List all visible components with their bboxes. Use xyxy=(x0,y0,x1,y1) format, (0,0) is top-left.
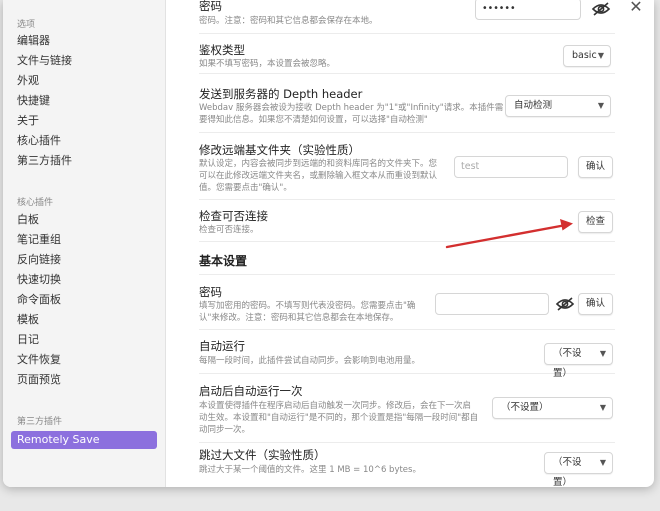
auth-type-select[interactable]: basic ▼ xyxy=(563,45,611,67)
sidebar-group-third-party: 第三方插件 xyxy=(17,417,63,427)
remote-dir-confirm-button[interactable]: 确认 xyxy=(578,156,613,178)
setting-desc-line2: 可以在此修改远端文件夹名，或删除输入框文本从而重设到默认 xyxy=(199,171,438,181)
settings-content: ✕ 密码 密码。注意：密码和其它信息都会保存在本地。 •••••• 鉴权类型 如… xyxy=(166,0,654,487)
sidebar-item-remotely-save[interactable]: Remotely Save xyxy=(11,431,157,449)
sidebar-group-core: 核心插件 xyxy=(17,198,54,208)
eye-off-icon[interactable] xyxy=(555,296,575,312)
setting-name: 启动后自动运行一次 xyxy=(199,384,303,398)
setting-desc-line3: 值。您需要点击"确认"。 xyxy=(199,183,292,193)
sidebar-item-community-plugins[interactable]: 第三方插件 xyxy=(11,152,157,170)
sidebar-item-hotkeys[interactable]: 快捷键 xyxy=(11,92,157,110)
remote-dir-input[interactable]: test xyxy=(454,156,568,178)
sidebar-item-templates[interactable]: 模板 xyxy=(11,311,157,329)
depth-header-select[interactable]: 自动检测 ▼ xyxy=(505,95,611,117)
setting-desc-line2: 认"来修改。注意：密码和其它信息都会在本地保存。 xyxy=(199,313,399,323)
setting-name: 检查可否连接 xyxy=(199,209,268,223)
setting-desc-line1: Webdav 服务器会被设为接收 Depth header 为"1"或"Infi… xyxy=(199,103,504,113)
select-value: 自动检测 xyxy=(514,100,553,111)
sidebar-item-note-composer[interactable]: 笔记重组 xyxy=(11,231,157,249)
encryption-password-input[interactable] xyxy=(435,293,549,315)
setting-run-once-on-start: 启动后自动运行一次 本设置使得插件在程序启动后自动触发一次同步。修改后，会在下一… xyxy=(199,373,615,443)
sidebar-item-quick-switcher[interactable]: 快速切换 xyxy=(11,271,157,289)
sidebar-item-page-preview[interactable]: 页面预览 xyxy=(11,371,157,389)
sidebar-item-daily-notes[interactable]: 日记 xyxy=(11,331,157,349)
setting-desc-line1: 填写加密用的密码。不填写则代表没密码。您需要点击"确 xyxy=(199,301,416,311)
setting-depth-header: 发送到服务器的 Depth header Webdav 服务器会被设为接收 De… xyxy=(199,73,615,133)
check-connectivity-button[interactable]: 检查 xyxy=(578,211,613,233)
setting-encryption-password: 密码 填写加密用的密码。不填写则代表没密码。您需要点击"确 认"来修改。注意：密… xyxy=(199,274,615,330)
setting-name: 密码 xyxy=(199,285,222,299)
skip-large-select[interactable]: （不设置） ▼ xyxy=(544,452,613,487)
setting-webdav-password: 密码 密码。注意：密码和其它信息都会保存在本地。 •••••• xyxy=(199,0,615,34)
settings-window: 选项 编辑器 文件与链接 外观 快捷键 关于 核心插件 第三方插件 核心插件 白… xyxy=(3,0,654,487)
section-heading-basic: 基本设置 xyxy=(199,254,248,268)
setting-auto-run: 自动运行 每隔一段时间，此插件尝试自动同步。会影响到电池用量。 （不设置） ▼ xyxy=(199,328,615,379)
select-value: basic xyxy=(572,50,597,61)
setting-name: 修改远端基文件夹（实验性质） xyxy=(199,143,360,157)
setting-desc: 密码。注意：密码和其它信息都会保存在本地。 xyxy=(199,16,378,26)
sidebar-item-core-plugins[interactable]: 核心插件 xyxy=(11,132,157,150)
sidebar-item-command-palette[interactable]: 命令面板 xyxy=(11,291,157,309)
eye-off-icon[interactable] xyxy=(591,1,611,17)
setting-name: 发送到服务器的 Depth header xyxy=(199,87,363,101)
setting-desc: 跳过大于某一个阈值的文件。这里 1 MB = 10^6 bytes。 xyxy=(199,465,421,475)
close-button[interactable]: ✕ xyxy=(628,0,644,16)
setting-remote-base-dir: 修改远端基文件夹（实验性质） 默认设定，内容会被同步到远端的和资料库同名的文件夹… xyxy=(199,132,615,200)
chevron-down-icon: ▼ xyxy=(597,51,604,60)
setting-desc: 每隔一段时间，此插件尝试自动同步。会影响到电池用量。 xyxy=(199,356,421,366)
setting-check-connectivity: 检查可否连接 检查可否连接。 检查 xyxy=(199,199,615,242)
sidebar-item-about[interactable]: 关于 xyxy=(11,112,157,130)
sidebar-item-canvas[interactable]: 白板 xyxy=(11,211,157,229)
setting-desc-line2: 动生效。本设置和"自动运行"是不同的，那个设置是指"每隔一段时间"都自 xyxy=(199,413,479,423)
setting-desc: 如果不填写密码，本设置会被忽略。 xyxy=(199,59,336,69)
chevron-down-icon: ▼ xyxy=(599,403,606,412)
setting-desc-line3: 动同步一次。 xyxy=(199,425,251,435)
chevron-down-icon: ▼ xyxy=(599,349,606,358)
sidebar-item-files-links[interactable]: 文件与链接 xyxy=(11,52,157,70)
select-value: （不设置） xyxy=(501,402,549,413)
sidebar-item-appearance[interactable]: 外观 xyxy=(11,72,157,90)
auto-run-select[interactable]: （不设置） ▼ xyxy=(544,343,613,379)
chevron-down-icon: ▼ xyxy=(599,458,606,467)
setting-name: 鉴权类型 xyxy=(199,43,245,57)
chevron-down-icon: ▼ xyxy=(597,101,604,110)
setting-desc: 检查可否连接。 xyxy=(199,225,259,235)
webdav-password-input[interactable]: •••••• xyxy=(475,0,581,20)
encryption-password-confirm-button[interactable]: 确认 xyxy=(578,293,613,315)
setting-desc-line2: 要得知此信息。如果您不清楚如何设置，可以选择"自动检测" xyxy=(199,115,428,125)
sidebar-item-editor[interactable]: 编辑器 xyxy=(11,32,157,50)
select-value: （不设置） xyxy=(553,457,582,487)
setting-desc-line1: 默认设定，内容会被同步到远端的和资料库同名的文件夹下。您 xyxy=(199,159,438,169)
run-once-select[interactable]: （不设置） ▼ xyxy=(492,397,613,419)
setting-auth-type: 鉴权类型 如果不填写密码，本设置会被忽略。 basic ▼ xyxy=(199,33,615,74)
settings-sidebar: 选项 编辑器 文件与链接 外观 快捷键 关于 核心插件 第三方插件 核心插件 白… xyxy=(3,0,166,487)
setting-skip-large-files: 跳过大文件（实验性质） 跳过大于某一个阈值的文件。这里 1 MB = 10^6 … xyxy=(199,442,615,487)
setting-name: 自动运行 xyxy=(199,339,245,353)
sidebar-item-backlinks[interactable]: 反向链接 xyxy=(11,251,157,269)
setting-desc-line1: 本设置使得插件在程序启动后自动触发一次同步。修改后，会在下一次启 xyxy=(199,401,472,411)
sidebar-item-file-recovery[interactable]: 文件恢复 xyxy=(11,351,157,369)
setting-name: 跳过大文件（实验性质） xyxy=(199,448,326,462)
setting-name: 密码 xyxy=(199,0,222,13)
sidebar-group-options: 选项 xyxy=(17,20,36,30)
